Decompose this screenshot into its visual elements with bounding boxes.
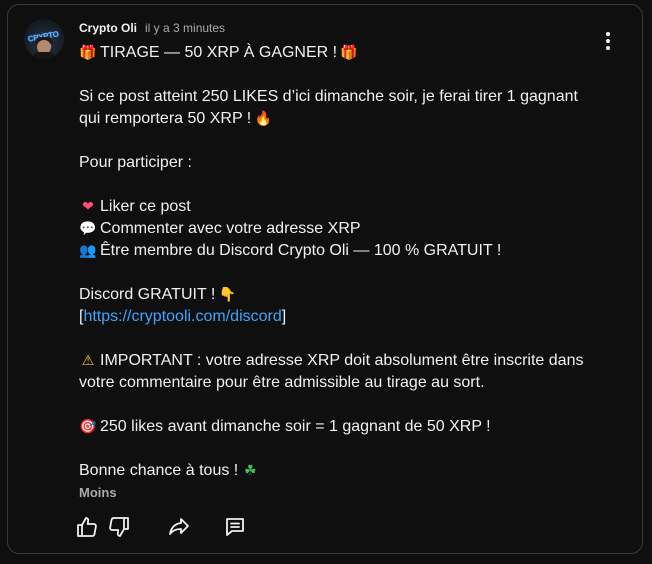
menu-dot-icon: [606, 32, 610, 36]
text-line-content: Discord GRATUIT !: [79, 286, 216, 303]
post-content: 🎁 TIRAGE — 50 XRP À GAGNER ! 🎁 Si ce post …: [79, 42, 619, 482]
channel-avatar[interactable]: CRYPTO OLI: [24, 19, 64, 59]
post-header: Crypto Oli il y a 3 minutes: [79, 21, 225, 39]
text-line-content: IMPORTANT : votre adresse XRP doit absol…: [100, 352, 584, 369]
list-item-label: Commenter avec votre adresse XRP: [100, 220, 361, 237]
text-line-content: Si ce post atteint 250 LIKES d’ici diman…: [79, 88, 578, 105]
clover-icon: ☘: [243, 463, 257, 479]
comment-icon: [226, 518, 244, 536]
list-item-label: Être membre du Discord Crypto Oli — 100 …: [100, 242, 502, 259]
list-item: ❤ Liker ce post: [79, 196, 619, 218]
text-line-content: 250 likes avant dimanche soir = 1 gagnan…: [100, 418, 491, 435]
gift-icon: 🎁: [340, 45, 358, 61]
text-line: qui remportera 50 XRP ! 🔥: [79, 108, 619, 130]
show-less-button[interactable]: Moins: [79, 485, 117, 500]
text-line-content: Bonne chance à tous !: [79, 462, 239, 479]
warning-icon: ⚠: [81, 353, 95, 369]
bracket-close: ]: [281, 308, 287, 325]
list-item: 👥 Être membre du Discord Crypto Oli — 100…: [79, 240, 619, 262]
people-icon: 👥: [79, 243, 97, 259]
text-line: Discord GRATUIT ! 👇: [79, 284, 619, 306]
comment-button[interactable]: [220, 512, 250, 542]
text-line: Bonne chance à tous ! ☘: [79, 460, 619, 482]
text-line: 🎯 250 likes avant dimanche soir = 1 gagna…: [79, 416, 619, 438]
thumbs-down-icon: [109, 517, 129, 537]
link-line: [https://cryptooli.com/discord]: [79, 306, 619, 328]
share-button[interactable]: [164, 512, 194, 542]
post-title: TIRAGE — 50 XRP À GAGNER !: [100, 44, 338, 61]
share-icon: [169, 518, 189, 535]
heart-icon: ❤: [82, 199, 94, 215]
speech-bubble-icon: 💬: [79, 221, 97, 237]
point-down-icon: 👇: [218, 287, 237, 303]
list-item-label: Liker ce post: [100, 198, 191, 215]
target-icon: 🎯: [79, 419, 97, 435]
list-item: 💬 Commenter avec votre adresse XRP: [79, 218, 619, 240]
community-post-card: CRYPTO OLI Crypto Oli il y a 3 minutes 🎁…: [7, 4, 643, 554]
text-line: votre commentaire pour être admissible a…: [79, 372, 619, 394]
avatar-body: [31, 52, 57, 59]
dislike-button[interactable]: [104, 512, 134, 542]
text-line-content: votre commentaire pour être admissible a…: [79, 374, 485, 391]
post-time[interactable]: il y a 3 minutes: [145, 21, 225, 35]
fire-icon: 🔥: [254, 111, 272, 127]
gift-icon: 🎁: [79, 45, 97, 61]
author-name[interactable]: Crypto Oli: [79, 21, 137, 35]
post-title-line: 🎁 TIRAGE — 50 XRP À GAGNER ! 🎁: [79, 42, 619, 64]
text-line: ⚠ IMPORTANT : votre adresse XRP doit abso…: [79, 350, 619, 372]
discord-link[interactable]: https://cryptooli.com/discord: [83, 308, 281, 325]
text-line-content: Pour participer :: [79, 154, 192, 171]
thumbs-up-icon: [77, 517, 97, 537]
like-button[interactable]: [72, 512, 102, 542]
text-line: Pour participer :: [79, 152, 619, 174]
text-line: Si ce post atteint 250 LIKES d’ici diman…: [79, 86, 619, 108]
text-line-content: qui remportera 50 XRP !: [79, 110, 252, 127]
